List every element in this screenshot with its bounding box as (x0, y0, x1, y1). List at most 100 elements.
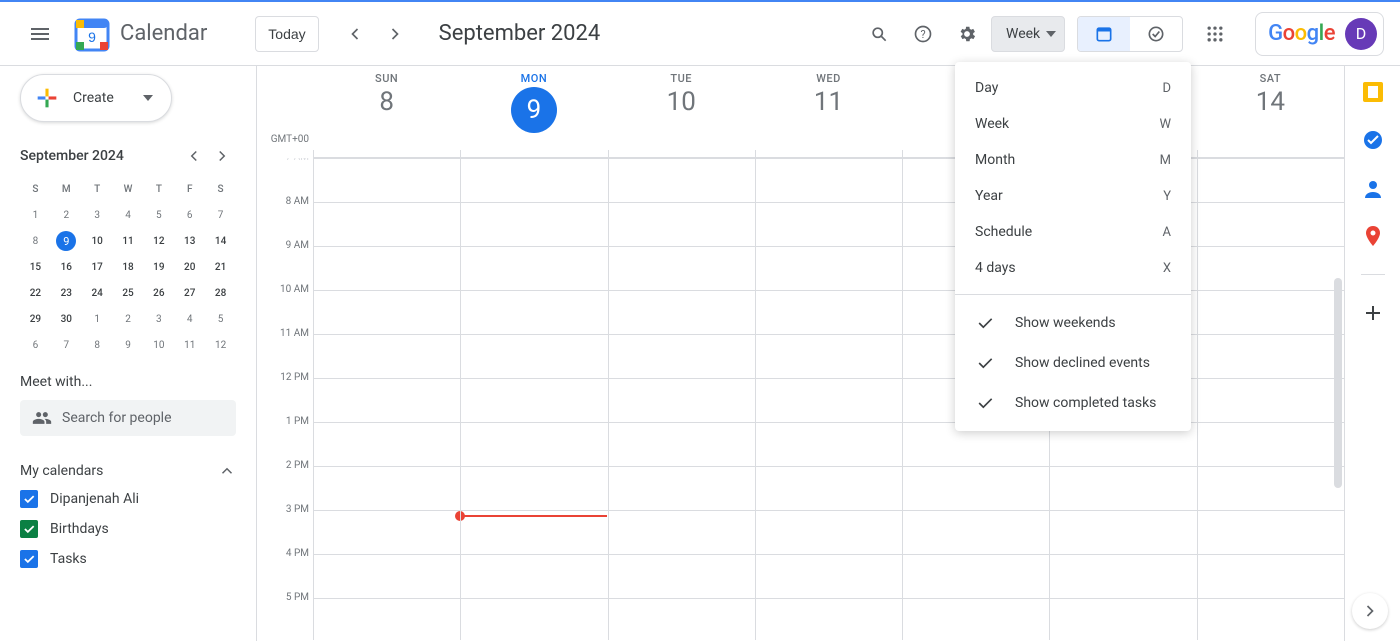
time-slot[interactable] (902, 467, 1049, 510)
time-slot[interactable] (313, 159, 460, 202)
mini-day-cell[interactable]: 23 (51, 280, 82, 306)
vertical-scrollbar[interactable] (1332, 158, 1344, 578)
search-button[interactable] (859, 14, 899, 54)
time-slot[interactable] (460, 467, 607, 510)
time-slot[interactable] (608, 423, 755, 466)
time-slot[interactable] (460, 159, 607, 202)
time-slot[interactable] (608, 555, 755, 598)
time-slot[interactable] (460, 511, 607, 554)
mini-day-cell[interactable]: 4 (113, 202, 144, 228)
time-slot[interactable] (313, 379, 460, 422)
mini-day-cell[interactable]: 13 (174, 228, 205, 254)
today-button[interactable]: Today (255, 16, 318, 52)
time-slot[interactable] (1197, 555, 1344, 598)
time-slot[interactable] (608, 159, 755, 202)
time-slot[interactable] (313, 511, 460, 554)
mini-prev-month[interactable] (180, 142, 208, 170)
mini-day-cell[interactable]: 30 (51, 306, 82, 332)
mini-day-cell[interactable]: 2 (113, 306, 144, 332)
day-column-header[interactable]: WED11 (755, 66, 902, 150)
time-slot[interactable] (313, 555, 460, 598)
mini-day-cell[interactable]: 14 (205, 228, 236, 254)
time-slot[interactable] (608, 247, 755, 290)
mini-day-cell[interactable]: 3 (82, 202, 113, 228)
view-menu-item[interactable]: WeekW (955, 106, 1191, 142)
view-menu-item[interactable]: MonthM (955, 142, 1191, 178)
tasks-addon-button[interactable] (1363, 130, 1383, 150)
time-slot[interactable] (460, 335, 607, 378)
calendar-checkbox[interactable] (20, 490, 38, 508)
prev-period-button[interactable] (335, 14, 375, 54)
mini-day-cell[interactable]: 20 (174, 254, 205, 280)
time-slot[interactable] (755, 511, 902, 554)
time-slot[interactable] (1049, 555, 1196, 598)
time-slot[interactable] (902, 555, 1049, 598)
mini-day-cell[interactable]: 10 (143, 332, 174, 358)
time-slot[interactable] (460, 423, 607, 466)
view-menu-item[interactable]: 4 daysX (955, 250, 1191, 286)
avatar[interactable]: D (1345, 18, 1377, 50)
mini-next-month[interactable] (208, 142, 236, 170)
time-slot[interactable] (608, 599, 755, 640)
mini-day-cell[interactable]: 15 (20, 254, 51, 280)
time-slot[interactable] (313, 335, 460, 378)
view-menu-toggle[interactable]: Show weekends (955, 303, 1191, 343)
next-period-button[interactable] (375, 14, 415, 54)
mini-day-cell[interactable]: 2 (51, 202, 82, 228)
mini-day-cell[interactable]: 7 (205, 202, 236, 228)
time-slot[interactable] (313, 599, 460, 640)
main-menu-button[interactable] (16, 10, 64, 58)
time-slot[interactable] (313, 423, 460, 466)
time-slot[interactable] (755, 335, 902, 378)
mini-day-cell[interactable]: 19 (143, 254, 174, 280)
time-slot[interactable] (1197, 379, 1344, 422)
time-slot[interactable] (313, 247, 460, 290)
time-slot[interactable] (1049, 511, 1196, 554)
time-slot[interactable] (1197, 203, 1344, 246)
time-slot[interactable] (313, 467, 460, 510)
time-slot[interactable] (755, 379, 902, 422)
mini-day-cell[interactable]: 24 (82, 280, 113, 306)
time-slot[interactable] (460, 291, 607, 334)
view-switcher-button[interactable]: Week (991, 16, 1065, 52)
mini-day-cell[interactable]: 9 (113, 332, 144, 358)
mini-day-cell[interactable]: 21 (205, 254, 236, 280)
time-slot[interactable] (755, 203, 902, 246)
time-slot[interactable] (902, 511, 1049, 554)
mini-day-cell[interactable]: 8 (82, 332, 113, 358)
time-slot[interactable] (1197, 423, 1344, 466)
time-slot[interactable] (460, 379, 607, 422)
time-slot[interactable] (460, 247, 607, 290)
contacts-addon-button[interactable] (1363, 178, 1383, 198)
time-slot[interactable] (902, 599, 1049, 640)
mini-day-cell[interactable]: 1 (20, 202, 51, 228)
google-apps-button[interactable] (1195, 14, 1235, 54)
mini-day-cell[interactable]: 12 (143, 228, 174, 254)
maps-addon-button[interactable] (1363, 226, 1383, 246)
mini-day-cell[interactable]: 6 (20, 332, 51, 358)
time-slot[interactable] (1197, 335, 1344, 378)
mini-day-cell[interactable]: 3 (143, 306, 174, 332)
time-slot[interactable] (608, 379, 755, 422)
time-slot[interactable] (313, 291, 460, 334)
mini-day-cell[interactable]: 5 (205, 306, 236, 332)
mini-day-cell[interactable]: 18 (113, 254, 144, 280)
time-slot[interactable] (1197, 247, 1344, 290)
time-slot[interactable] (755, 247, 902, 290)
mini-day-cell[interactable]: 11 (174, 332, 205, 358)
view-menu-item[interactable]: ScheduleA (955, 214, 1191, 250)
account-chip[interactable]: Google D (1255, 12, 1384, 56)
day-column-header[interactable]: MON9 (460, 66, 607, 150)
time-slot[interactable] (608, 511, 755, 554)
my-calendars-toggle[interactable]: My calendars (20, 462, 236, 480)
view-menu-item[interactable]: DayD (955, 70, 1191, 106)
time-slot[interactable] (1197, 159, 1344, 202)
calendar-list-item[interactable]: Birthdays (20, 520, 236, 538)
mini-day-cell[interactable]: 27 (174, 280, 205, 306)
calendar-mode-button[interactable] (1078, 17, 1130, 51)
day-column-header[interactable]: TUE10 (608, 66, 755, 150)
support-button[interactable]: ? (903, 14, 943, 54)
time-slot[interactable] (460, 599, 607, 640)
time-slot[interactable] (1049, 599, 1196, 640)
time-slot[interactable] (755, 423, 902, 466)
